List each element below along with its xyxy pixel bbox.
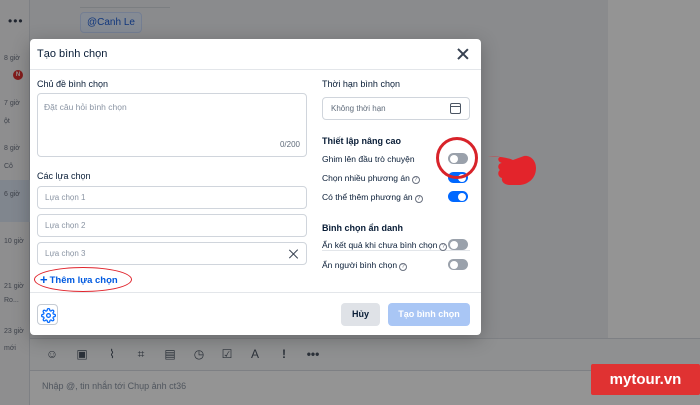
anonymous-heading: Bình chọn ẩn danh [322,223,403,233]
add-options-toggle[interactable] [448,191,468,202]
dialog-title: Tạo bình chọn [37,48,108,60]
setting-hide-voters: Ẩn người bình chọn? [322,259,472,273]
settings-button[interactable] [37,304,58,325]
highlight-circle [436,137,478,179]
create-poll-button[interactable]: Tạo bình chọn [388,303,470,326]
cancel-button[interactable]: Hủy [341,303,380,326]
dialog-footer: Hủy Tạo bình chọn [30,292,481,335]
setting-hide-results: Ẩn kết quả khi chưa bình chọn? [322,239,472,253]
option-input-1[interactable]: Lựa chọn 1 [37,186,307,209]
hide-voters-toggle[interactable] [448,259,468,270]
pointing-hand-icon [488,155,536,185]
create-poll-dialog: Tạo bình chọn Chủ đề bình chọn Đặt câu h… [30,39,481,335]
option-placeholder: Lựa chọn 1 [45,193,86,202]
gear-icon [41,308,56,323]
setting-label: Chọn nhiều phương án [322,173,410,183]
info-icon[interactable]: ? [414,195,423,203]
info-icon[interactable]: ? [439,243,448,251]
watermark-logo: mytour.vn [591,364,700,395]
hide-results-toggle[interactable] [448,239,468,250]
calendar-icon [450,103,461,114]
info-icon[interactable]: ? [399,263,408,271]
dialog-header: Tạo bình chọn [30,39,481,70]
deadline-value: Không thời hạn [331,104,386,113]
deadline-label: Thời hạn bình chọn [322,79,400,89]
close-icon[interactable] [455,46,471,62]
remove-option-icon[interactable] [288,248,300,260]
topic-placeholder: Đặt câu hỏi bình chọn [44,102,127,112]
char-counter: 0/200 [279,140,300,149]
deadline-picker[interactable]: Không thời hạn [322,97,470,120]
topic-input[interactable]: Đặt câu hỏi bình chọn 0/200 [37,93,307,157]
option-placeholder: Lựa chọn 3 [45,249,86,258]
highlight-ellipse [34,267,132,292]
option-placeholder: Lựa chọn 2 [45,221,86,230]
setting-label: Ẩn kết quả khi chưa bình chọn [322,240,438,250]
option-input-3[interactable]: Lựa chọn 3 [37,242,307,265]
setting-label: Có thể thêm phương án [322,192,413,202]
option-input-2[interactable]: Lựa chọn 2 [37,214,307,237]
topic-label: Chủ đề bình chọn [37,79,109,89]
info-icon[interactable]: ? [411,176,420,184]
setting-add-options: Có thể thêm phương án? [322,191,472,205]
advanced-settings-heading: Thiết lập nâng cao [322,136,402,146]
setting-label: Ghim lên đầu trò chuyện [322,154,415,164]
setting-label: Ẩn người bình chọn [322,260,398,270]
options-label: Các lựa chọn [37,171,91,181]
